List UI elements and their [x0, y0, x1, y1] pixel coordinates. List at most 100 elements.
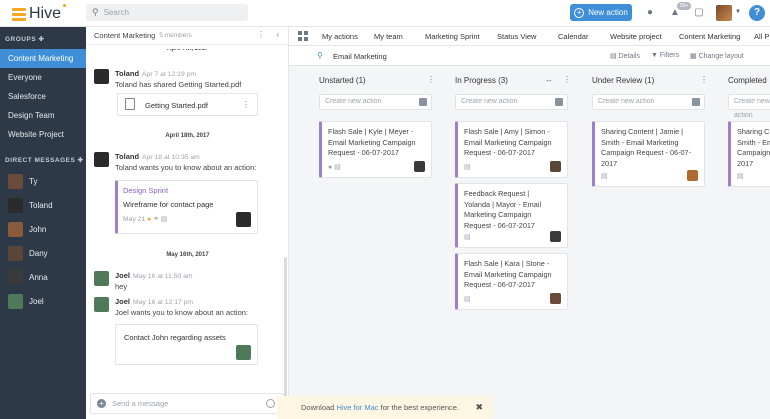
dm-item-joel[interactable]: Joel [0, 290, 86, 312]
action-card[interactable]: Contact John regarding assets [115, 324, 258, 365]
create-action-input[interactable]: Create new action [455, 94, 568, 110]
day-separator: April 7th, 2017 [166, 49, 208, 52]
filter-icon: ▼ [651, 52, 658, 59]
tab-status-view[interactable]: Status View [497, 32, 536, 41]
new-action-button[interactable]: + New action [570, 4, 632, 21]
message-author[interactable]: Joel [115, 271, 130, 280]
message-text: Toland has shared Getting Started.pdf [115, 80, 242, 89]
day-separator: April 18th, 2017 [165, 133, 210, 139]
user-icon[interactable]: ● [643, 6, 657, 20]
tab-website-project[interactable]: Website project [610, 32, 662, 41]
assign-user-icon[interactable] [555, 98, 563, 106]
tab-content-marketing[interactable]: Content Marketing [679, 32, 740, 41]
sidebar: GROUPS ✚ Content Marketing Everyone Sale… [0, 27, 86, 419]
comment-icon: ● ▤ [328, 164, 341, 171]
dm-item-anna[interactable]: Anna [0, 266, 86, 288]
file-name[interactable]: Getting Started.pdf [145, 101, 208, 110]
add-attachment-icon[interactable]: + [97, 399, 106, 408]
action-card[interactable]: Feedback Request | Yolanda | Mayor - Ema… [455, 183, 568, 248]
message-author[interactable]: Toland [115, 69, 139, 78]
more-options-icon[interactable]: ⋮ [257, 30, 265, 39]
more-options-icon[interactable]: ⋮ [700, 75, 708, 84]
dm-item-john[interactable]: John [0, 218, 86, 240]
sidebar-item-website-project[interactable]: Website Project [0, 125, 86, 144]
project-subbar: ⚲ Email Marketing ▤ Details ▼ Filters ▦ … [289, 46, 770, 66]
help-button[interactable]: ? [749, 5, 765, 21]
tab-all-projects[interactable]: All P [754, 32, 770, 41]
current-user-avatar[interactable] [716, 5, 732, 21]
chevron-down-icon[interactable]: ▼ [735, 9, 741, 15]
download-banner: Download Hive for Mac for the best exper… [277, 396, 493, 419]
more-options-icon[interactable]: ⋮ [242, 100, 250, 109]
grid-icon[interactable] [298, 31, 308, 41]
sidebar-item-salesforce[interactable]: Salesforce [0, 87, 86, 106]
pin-icon[interactable]: ⚲ [317, 51, 323, 60]
emoji-icon[interactable] [266, 399, 275, 408]
action-card[interactable]: Flash Sale | Amy | Simon - Email Marketi… [455, 121, 568, 178]
change-layout-button[interactable]: ▦ Change layout [690, 52, 744, 60]
document-icon[interactable]: ▢ [692, 6, 706, 20]
add-dm-icon[interactable]: ✚ [78, 157, 84, 164]
dm-item-toland[interactable]: Toland [0, 194, 86, 216]
message-author[interactable]: Toland [115, 152, 139, 161]
action-card[interactable]: Sharing Content | Jamie | Smith - Email … [592, 121, 705, 187]
create-action-input[interactable]: Create new action [319, 94, 432, 110]
message-time: May 16 at 11:50 am [133, 273, 193, 280]
hive-logo-icon [12, 7, 26, 21]
sidebar-item-content-marketing[interactable]: Content Marketing [0, 49, 86, 68]
avatar [94, 69, 109, 84]
create-action-input[interactable]: Create new action [728, 94, 770, 119]
assign-user-icon[interactable] [419, 98, 427, 106]
sidebar-item-design-team[interactable]: Design Team [0, 106, 86, 125]
action-project[interactable]: Design Sprint [123, 186, 168, 195]
filters-button[interactable]: ▼ Filters [651, 52, 679, 59]
member-count[interactable]: 5 members [159, 32, 192, 39]
new-action-label: New action [588, 8, 628, 17]
action-card[interactable]: Flash Sale | Kyle | Meyer - Email Market… [319, 121, 432, 178]
action-card[interactable]: Sharing Content | Jamie | Smith - Email … [728, 121, 770, 187]
message-text: Joel wants you to know about an action: [115, 308, 249, 317]
action-card[interactable]: Flash Sale | Kara | Stone - Email Market… [455, 253, 568, 310]
details-button[interactable]: ▤ Details [610, 52, 640, 60]
chat-panel: Content Marketing 5 members ⋮ ‹ April 7t… [86, 27, 289, 419]
assign-user-icon[interactable] [692, 98, 700, 106]
project-title: Email Marketing [333, 52, 387, 61]
message-text: Toland wants you to know about an action… [115, 163, 257, 172]
close-icon[interactable]: ✖ [475, 396, 483, 419]
tab-calendar[interactable]: Calendar [558, 32, 588, 41]
tab-marketing-sprint[interactable]: Marketing Sprint [425, 32, 480, 41]
tab-my-actions[interactable]: My actions [322, 32, 358, 41]
assignee-avatar [687, 170, 698, 181]
attachment-icon: ⚭ [153, 216, 159, 223]
message-input[interactable]: Send a message [112, 399, 168, 408]
sidebar-item-everyone[interactable]: Everyone [0, 68, 86, 87]
file-attachment-card[interactable]: Getting Started.pdf ⋮ [117, 93, 258, 116]
action-card-title: Sharing Content | Jamie | Smith - Email … [737, 127, 770, 168]
action-card-title: Flash Sale | Kyle | Meyer - Email Market… [328, 127, 416, 157]
create-action-input[interactable]: Create new action [592, 94, 705, 110]
hive-logo[interactable]: Hive [12, 4, 67, 23]
message-time: May 16 at 12:17 pm [133, 299, 194, 306]
expand-icon[interactable]: ↔ [545, 75, 553, 84]
message-composer[interactable]: + Send a message [90, 393, 284, 414]
dm-item-ty[interactable]: Ty [0, 170, 86, 192]
chat-scrollbar[interactable] [284, 257, 287, 412]
chat-message: Joel May 16 at 11:50 am hey [94, 271, 279, 291]
action-card-title: Flash Sale | Amy | Simon - Email Marketi… [464, 127, 552, 157]
action-title: Contact John regarding assets [124, 333, 226, 342]
search-bar[interactable]: ⚲ Search [86, 4, 248, 21]
more-options-icon[interactable]: ⋮ [563, 75, 571, 84]
plus-icon: + [574, 7, 585, 18]
download-link[interactable]: Hive for Mac [336, 403, 378, 412]
more-options-icon[interactable]: ⋮ [427, 75, 435, 84]
search-input[interactable]: Search [104, 8, 129, 17]
action-card[interactable]: Design Sprint Wireframe for contact page… [115, 180, 258, 234]
dm-item-dany[interactable]: Dany [0, 242, 86, 264]
tab-my-team[interactable]: My team [374, 32, 403, 41]
add-group-icon[interactable]: ✚ [38, 36, 44, 43]
column-title: Completed [728, 76, 767, 85]
collapse-panel-icon[interactable]: ‹ [276, 30, 279, 39]
message-author[interactable]: Joel [115, 297, 130, 306]
direct-messages-header: DIRECT MESSAGES ✚ [5, 157, 84, 164]
avatar [8, 197, 23, 213]
